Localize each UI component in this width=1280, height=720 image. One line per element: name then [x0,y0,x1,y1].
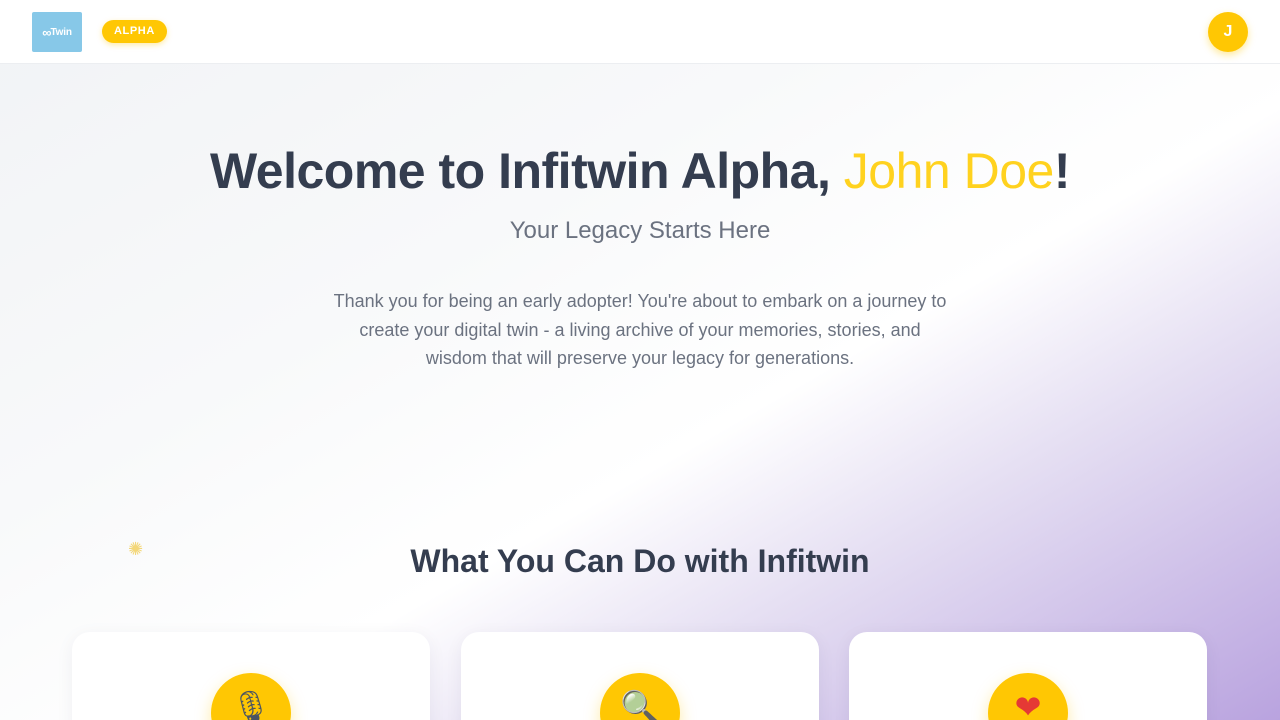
feature-card-share[interactable]: ❤ [849,632,1207,720]
intro-paragraph: Thank you for being an early adopter! Yo… [333,291,947,368]
heart-icon: ❤ [1014,689,1042,720]
welcome-title-prefix: Welcome to Infitwin Alpha, [210,143,844,199]
feature-card-record[interactable]: 🎙 [72,632,430,720]
user-name: John Doe [843,143,1055,199]
feature-icon-badge: 🎙 [211,673,291,720]
infinity-icon: ∞ [42,24,51,40]
alpha-badge: ALPHA [102,20,167,43]
top-header: ∞ Twin ALPHA J [0,0,1280,64]
welcome-title-suffix: ! [1053,143,1071,199]
features-section-title: What You Can Do with Infitwin [410,543,870,579]
hero-subtitle: Your Legacy Starts Here [509,217,771,244]
welcome-title: Welcome to Infitwin Alpha, John Doe! [0,142,1280,200]
feature-icon-badge: 🔍 [600,673,680,720]
feature-card-explore[interactable]: 🔍 [461,632,819,720]
user-avatar[interactable]: J [1208,12,1248,52]
logo-text: Twin [50,26,72,38]
infitwin-logo[interactable]: ∞ Twin [32,12,82,52]
microphone-icon: 🎙 [230,689,272,720]
magnifier-icon: 🔍 [620,689,660,720]
feature-icon-badge: ❤ [988,673,1068,720]
